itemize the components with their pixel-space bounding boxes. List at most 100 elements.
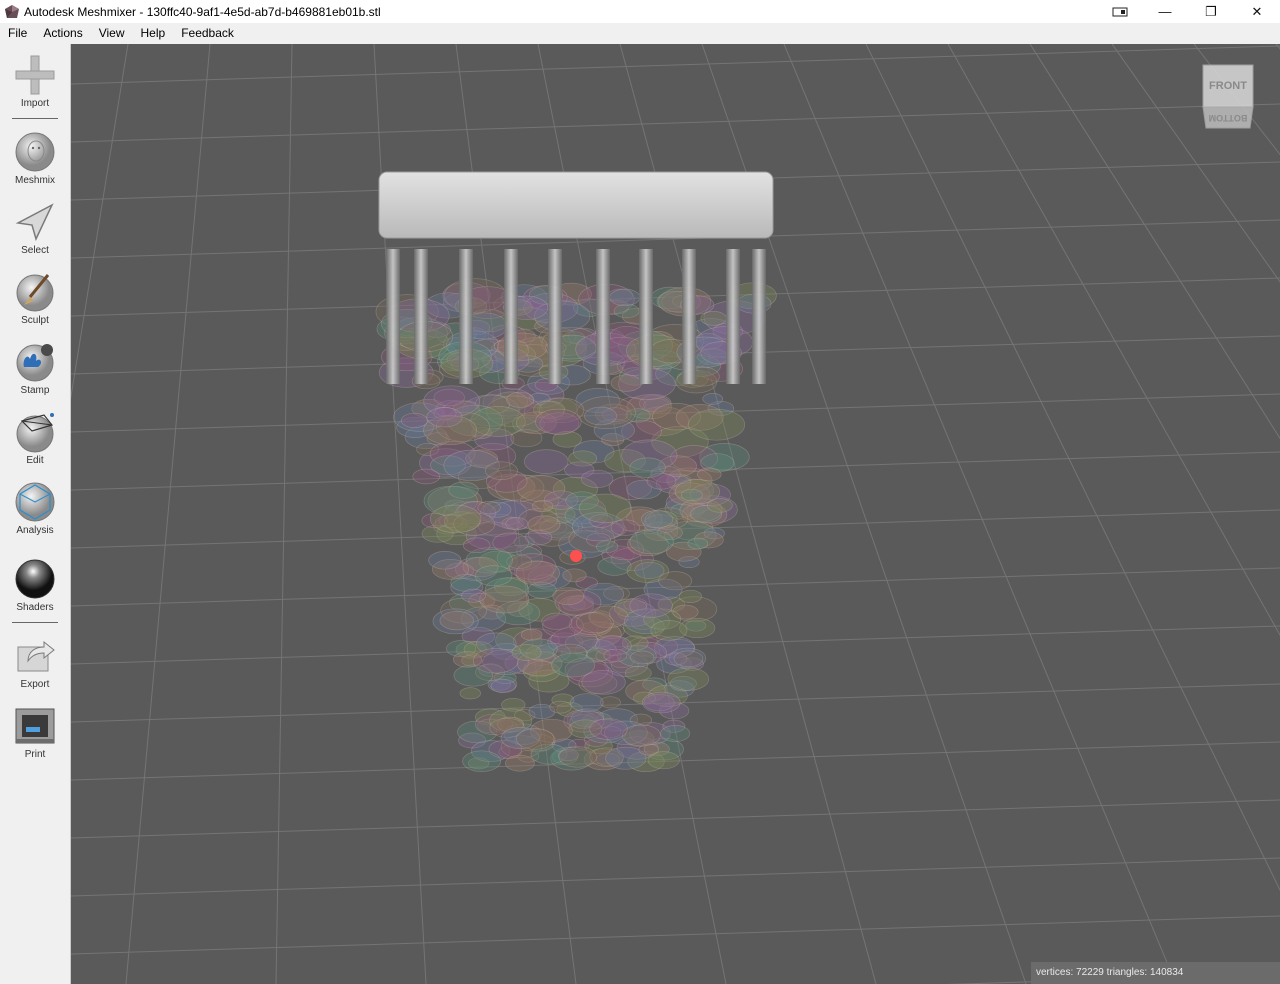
mesh-bubble <box>609 288 641 307</box>
tool-sculpt-label: Sculpt <box>21 315 49 326</box>
support-rod <box>596 249 610 384</box>
mesh-bubble <box>629 529 674 555</box>
tool-sculpt[interactable]: Sculpt <box>0 271 70 326</box>
mesh-bubble <box>697 467 722 482</box>
shaders-sphere-icon <box>15 559 55 599</box>
analysis-sphere-icon <box>15 482 55 522</box>
mesh-bubble <box>505 517 529 531</box>
mesh-bubble <box>673 650 704 668</box>
window-title: Autodesk Meshmixer - 130ffc40-9af1-4e5d-… <box>24 4 381 19</box>
mesh-bubble <box>603 648 628 663</box>
close-button[interactable]: ✕ <box>1234 0 1280 23</box>
support-rod <box>414 249 428 384</box>
mesh-bubble <box>472 648 519 674</box>
menu-feedback[interactable]: Feedback <box>173 23 242 44</box>
support-rod <box>752 249 766 384</box>
support-rod <box>548 249 562 384</box>
tool-analysis-label: Analysis <box>16 525 54 536</box>
plus-icon <box>15 55 55 95</box>
mesh-bubble <box>688 408 746 441</box>
top-plate <box>378 171 774 239</box>
tool-print[interactable]: Print <box>0 705 70 760</box>
tool-import-label: Import <box>20 98 50 109</box>
tool-shaders[interactable]: Shaders <box>0 558 70 613</box>
viewcube-front-label: FRONT <box>1209 80 1247 92</box>
mesh-bubble <box>629 593 673 618</box>
toolbar-divider <box>12 622 58 623</box>
tool-meshmix[interactable]: Meshmix <box>0 131 70 186</box>
view-cube[interactable]: FRONT BOTTOM <box>1202 64 1254 130</box>
mesh-bubble <box>428 551 462 570</box>
mesh-bubble <box>429 504 482 534</box>
tool-select[interactable]: Select <box>0 201 70 256</box>
mesh-bubble <box>634 561 665 579</box>
mesh-stats: vertices: 72229 triangles: 140834 <box>1031 962 1280 984</box>
mesh-bubble <box>459 687 482 700</box>
mesh-bubble <box>511 644 542 661</box>
mesh-bubble <box>552 587 585 606</box>
mesh-bubble <box>575 612 614 634</box>
mesh-bubble <box>461 588 486 603</box>
tool-stamp[interactable]: Stamp <box>0 341 70 396</box>
mesh-bubble <box>551 652 596 678</box>
minimize-button[interactable]: — <box>1142 0 1188 23</box>
tool-edit[interactable]: Edit <box>0 411 70 466</box>
mesh-bubble <box>490 678 516 694</box>
tool-sidebar: Import Meshmix Select Sculpt Stamp Edit … <box>0 44 71 984</box>
mesh-bubble <box>624 665 652 681</box>
meshmix-head-icon <box>15 132 55 172</box>
mesh-bubble <box>570 693 604 713</box>
mesh-bubble <box>462 750 501 772</box>
mesh-bubble <box>474 565 513 587</box>
tool-meshmix-label: Meshmix <box>14 175 55 186</box>
tool-shaders-label: Shaders <box>16 602 54 613</box>
menu-file[interactable]: File <box>0 23 35 44</box>
tool-export[interactable]: Export <box>0 635 70 690</box>
mesh-bubble <box>400 412 428 429</box>
mesh-bubble <box>535 408 582 435</box>
tool-edit-label: Edit <box>26 455 44 466</box>
mesh-object[interactable] <box>375 171 777 773</box>
printer-icon <box>15 708 55 744</box>
mesh-bubble <box>479 585 530 614</box>
mesh-bubble <box>584 406 617 426</box>
menu-view[interactable]: View <box>91 23 133 44</box>
title-bar: Autodesk Meshmixer - 130ffc40-9af1-4e5d-… <box>0 0 1280 23</box>
mesh-bubble <box>706 498 733 513</box>
mesh-bubble <box>562 568 587 583</box>
mesh-bubble <box>621 724 661 747</box>
mesh-bubble <box>596 540 619 553</box>
mesh-bubble <box>515 560 560 586</box>
tool-export-label: Export <box>20 679 50 690</box>
mesh-bubble <box>680 488 703 502</box>
mesh-bubble <box>702 393 724 405</box>
mesh-bubble <box>426 407 463 428</box>
mesh-bubble <box>642 691 681 714</box>
pivot-point[interactable] <box>570 550 582 562</box>
mesh-bubble <box>687 537 709 550</box>
mesh-bubble <box>660 725 691 742</box>
mesh-bubble <box>532 499 554 513</box>
support-rod <box>504 249 518 384</box>
maximize-button[interactable]: ❐ <box>1188 0 1234 23</box>
3d-viewport[interactable]: FRONT BOTTOM vertices: 72229 triangles: … <box>71 44 1280 984</box>
mesh-bubble <box>523 449 569 474</box>
support-rod <box>682 249 696 384</box>
stamp-icon <box>16 344 54 382</box>
mesh-bubble <box>462 537 491 554</box>
menu-actions[interactable]: Actions <box>35 23 90 44</box>
tool-analysis[interactable]: Analysis <box>0 481 70 536</box>
mesh-bubble <box>613 303 640 319</box>
viewcube-bottom-label: BOTTOM <box>1209 113 1248 123</box>
mesh-bubble <box>439 610 475 631</box>
tool-import[interactable]: Import <box>0 54 70 109</box>
mesh-bubble <box>630 650 655 665</box>
mesh-bubble <box>580 469 614 488</box>
tablet-mode-icon[interactable] <box>1098 0 1142 23</box>
export-icon <box>17 640 55 672</box>
support-rod <box>639 249 653 384</box>
menu-help[interactable]: Help <box>133 23 174 44</box>
mesh-bubble <box>485 461 518 480</box>
mesh-bubble <box>658 571 693 591</box>
toolbar-divider <box>12 118 58 119</box>
